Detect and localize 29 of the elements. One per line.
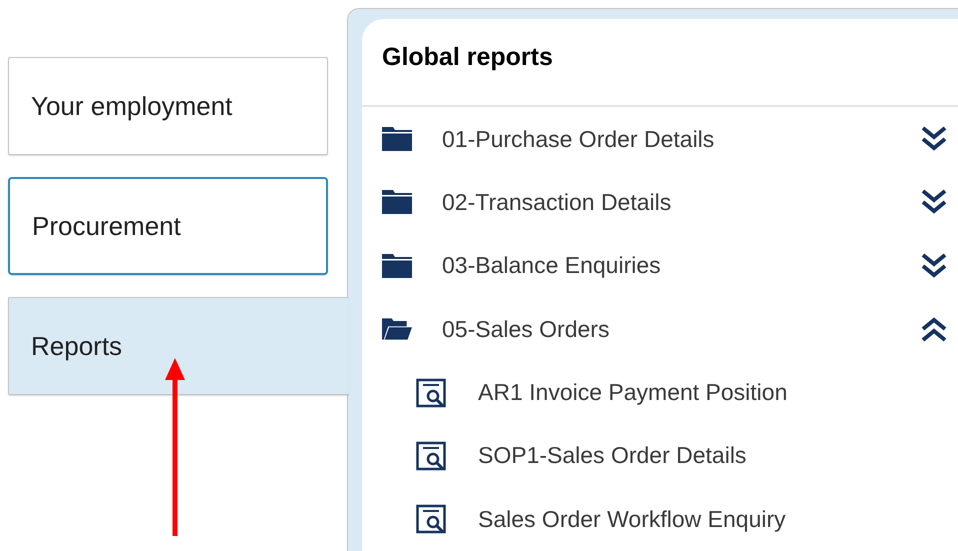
report-search-icon [416, 440, 448, 472]
expand-chevron-icon[interactable] [920, 252, 948, 279]
report-search-icon [416, 503, 448, 536]
report-row[interactable]: SOP1-Sales Order Details [362, 424, 958, 488]
folder-row[interactable]: 01-Purchase Order Details [362, 107, 958, 171]
folder-name: 01-Purchase Order Details [442, 126, 716, 153]
expand-chevron-icon[interactable] [920, 126, 948, 152]
collapse-chevron-icon[interactable] [920, 316, 948, 342]
folder-row[interactable]: 05-Sales Orders [362, 298, 958, 361]
folder-icon [382, 254, 412, 278]
folder-icon [382, 190, 412, 214]
nav-tab[interactable]: Reports [8, 297, 349, 395]
open-folder-icon [382, 317, 412, 342]
folder-name: 02-Transaction Details [442, 188, 672, 216]
report-row[interactable]: AR1 Invoice Payment Position [362, 360, 958, 424]
folder-name: 03-Balance Enquiries [442, 252, 662, 280]
nav-tab[interactable]: Procurement [8, 177, 328, 275]
folder-row[interactable]: 03-Balance Enquiries [362, 234, 958, 298]
report-search-icon [416, 376, 448, 409]
panel-title: Global reports [362, 19, 958, 108]
folder-row[interactable]: 02-Transaction Details [362, 170, 958, 234]
report-row[interactable]: Sales Order Workflow Enquiry [362, 488, 958, 551]
report-name: AR1 Invoice Payment Position [478, 379, 788, 406]
report-name: Sales Order Workflow Enquiry [478, 506, 787, 533]
folder-icon [382, 127, 412, 152]
expand-chevron-icon[interactable] [920, 189, 948, 216]
nav-tab[interactable]: Your employment [8, 57, 328, 155]
folder-name: 05-Sales Orders [442, 316, 610, 343]
report-name: SOP1-Sales Order Details [478, 442, 748, 470]
